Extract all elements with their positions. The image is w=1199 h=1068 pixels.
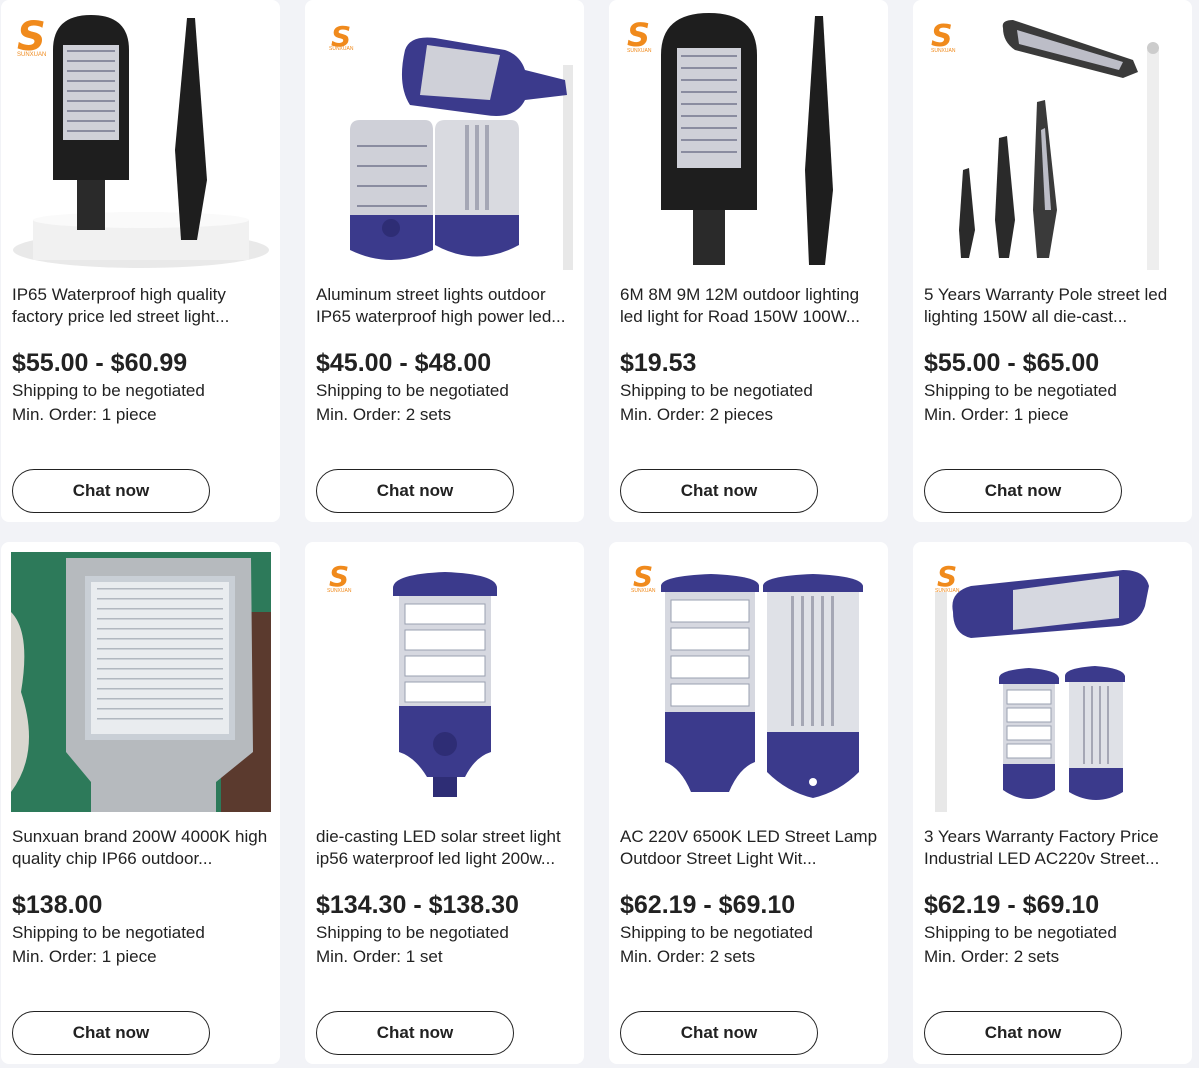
product-title[interactable]: Aluminum street lights outdoor IP65 wate… (316, 284, 578, 328)
product-price: $55.00 - $65.00 (924, 349, 1100, 377)
product-title[interactable]: die-casting LED solar street light ip56 … (316, 826, 578, 870)
shipping-info: Shipping to be negotiated (924, 381, 1117, 400)
chat-now-button[interactable]: Chat now (924, 469, 1122, 513)
product-title[interactable]: IP65 Waterproof high quality factory pri… (12, 284, 274, 328)
product-price: $55.00 - $60.99 (12, 349, 188, 377)
product-image[interactable]: S SUNXUAN (923, 10, 1183, 270)
product-image[interactable]: S SUNXUAN (619, 10, 879, 270)
product-price: $62.19 - $69.10 (620, 891, 796, 919)
product-title[interactable]: 6M 8M 9M 12M outdoor lighting led light … (620, 284, 882, 328)
min-order: Min. Order: 1 piece (12, 947, 157, 966)
shipping-info: Shipping to be negotiated (316, 923, 509, 942)
product-title[interactable]: 5 Years Warranty Pole street led lightin… (924, 284, 1186, 328)
chat-now-button[interactable]: Chat now (620, 469, 818, 513)
product-price: $134.30 - $138.30 (316, 891, 519, 919)
product-title[interactable]: 3 Years Warranty Factory Price Industria… (924, 826, 1186, 870)
chat-now-button[interactable]: Chat now (12, 469, 210, 513)
min-order: Min. Order: 2 sets (620, 947, 756, 966)
street-light-image: S SUNXUAN (931, 19, 1159, 270)
product-card[interactable]: S SUNXUAN 5 Years Warranty Pole street l… (913, 0, 1192, 522)
product-card[interactable]: S SUNXUAN 6M 8M 9M 12M outdoor lighting … (609, 0, 888, 522)
chat-now-button[interactable]: Chat now (924, 1011, 1122, 1055)
shipping-info: Shipping to be negotiated (924, 923, 1117, 942)
product-card[interactable]: S SUNXUAN AC 220V 6500K LED Street Lamp … (609, 542, 888, 1064)
chat-now-button[interactable]: Chat now (316, 469, 514, 513)
street-light-image: S SUNXUAN (631, 560, 863, 798)
product-image[interactable]: S SUNXUAN (315, 552, 575, 812)
product-image[interactable]: S SUNXUAN (315, 10, 575, 270)
svg-text:SUNXUAN: SUNXUAN (329, 46, 354, 52)
shipping-info: Shipping to be negotiated (316, 381, 509, 400)
min-order: Min. Order: 2 sets (924, 947, 1060, 966)
product-image[interactable]: S SUNXUAN (923, 552, 1183, 812)
svg-text:SUNXUAN: SUNXUAN (931, 48, 956, 54)
street-light-image: S SUNXUAN (935, 560, 1149, 812)
street-light-image: S SUNXUAN (13, 14, 269, 268)
chat-now-button[interactable]: Chat now (620, 1011, 818, 1055)
street-light-image: S SUNXUAN (329, 20, 573, 270)
product-card[interactable]: S SUNXUAN 3 Years Warranty Factory Price… (913, 542, 1192, 1064)
svg-text:SUNXUAN: SUNXUAN (935, 588, 960, 594)
shipping-info: Shipping to be negotiated (620, 381, 813, 400)
product-title[interactable]: AC 220V 6500K LED Street Lamp Outdoor St… (620, 826, 882, 870)
product-card[interactable]: S SUNXUAN die-casting LED solar street l… (305, 542, 584, 1064)
min-order: Min. Order: 2 sets (316, 405, 452, 424)
street-light-photo (11, 552, 271, 812)
street-light-image: S SUNXUAN (327, 560, 497, 797)
product-card[interactable]: Sunxuan brand 200W 4000K high quality ch… (1, 542, 280, 1064)
svg-text:SUNXUAN: SUNXUAN (17, 52, 46, 58)
product-image[interactable] (11, 552, 271, 812)
chat-now-button[interactable]: Chat now (12, 1011, 210, 1055)
svg-text:SUNXUAN: SUNXUAN (327, 588, 352, 594)
min-order: Min. Order: 1 set (316, 947, 443, 966)
product-price: $45.00 - $48.00 (316, 349, 492, 377)
svg-text:SUNXUAN: SUNXUAN (627, 48, 652, 54)
min-order: Min. Order: 1 piece (12, 405, 157, 424)
product-price: $19.53 (620, 349, 697, 377)
product-card[interactable]: S SUNXUAN Aluminum street lights outdoor… (305, 0, 584, 522)
shipping-info: Shipping to be negotiated (620, 923, 813, 942)
product-grid: S SUNXUAN IP65 Waterproof high quality f… (0, 0, 1199, 1068)
shipping-info: Shipping to be negotiated (12, 923, 205, 942)
chat-now-button[interactable]: Chat now (316, 1011, 514, 1055)
shipping-info: Shipping to be negotiated (12, 381, 205, 400)
product-card[interactable]: S SUNXUAN IP65 Waterproof high quality f… (1, 0, 280, 522)
product-title[interactable]: Sunxuan brand 200W 4000K high quality ch… (12, 826, 274, 870)
product-image[interactable]: S SUNXUAN (11, 10, 271, 270)
product-price: $138.00 (12, 891, 103, 919)
street-light-image: S SUNXUAN (627, 13, 833, 265)
product-price: $62.19 - $69.10 (924, 891, 1100, 919)
min-order: Min. Order: 1 piece (924, 405, 1069, 424)
min-order: Min. Order: 2 pieces (620, 405, 774, 424)
svg-text:SUNXUAN: SUNXUAN (631, 588, 656, 594)
product-image[interactable]: S SUNXUAN (619, 552, 879, 812)
